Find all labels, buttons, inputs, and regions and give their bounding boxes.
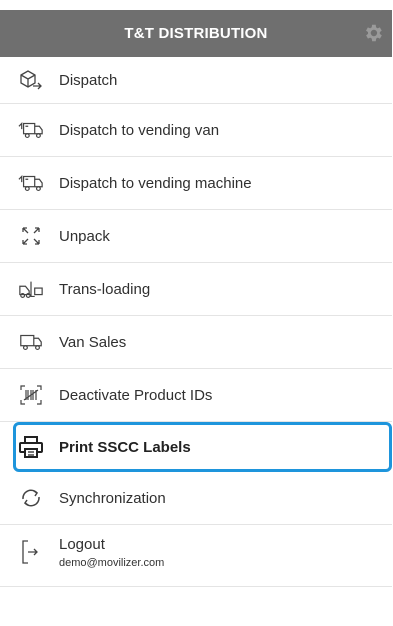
menu-item-label: Print SSCC Labels [59,438,191,456]
menu-item-dispatch[interactable]: Dispatch [0,57,392,104]
menu-item-label: Deactivate Product IDs [59,386,213,404]
expand-arrows-icon [18,225,44,247]
app-header: T&T DISTRIBUTION [0,10,392,57]
truck-icon [18,119,44,141]
page-title: T&T DISTRIBUTION [124,25,268,42]
side-menu: Dispatch Dispatch to vending van Dispatc… [0,57,392,587]
app-frame: T&T DISTRIBUTION Dispatch Dispatch to ve… [0,0,393,626]
van-icon [18,331,44,353]
menu-item-van-sales[interactable]: Van Sales [0,316,392,369]
printer-icon [18,436,44,458]
truck-icon [18,172,44,194]
menu-item-trans-loading[interactable]: Trans-loading [0,263,392,316]
gear-icon[interactable] [362,22,384,44]
menu-item-label: Synchronization [59,489,166,507]
menu-item-label: Unpack [59,227,110,245]
menu-item-deactivate-product-ids[interactable]: Deactivate Product IDs [0,369,392,422]
menu-item-label: Van Sales [59,333,127,351]
menu-item-dispatch-vending-machine[interactable]: Dispatch to vending machine [0,157,392,210]
barcode-scan-icon [18,384,44,406]
forklift-icon [18,278,44,300]
logout-label: Logout [59,536,105,553]
menu-item-logout[interactable]: Logout demo@movilizer.com [0,525,392,587]
user-email: demo@movilizer.com [59,557,165,569]
logout-icon [18,540,44,564]
menu-item-dispatch-vending-van[interactable]: Dispatch to vending van [0,104,392,157]
menu-item-label: Dispatch to vending van [59,121,220,139]
menu-item-label: Dispatch to vending machine [59,174,252,192]
menu-item-print-sscc-labels[interactable]: Print SSCC Labels [13,422,392,472]
menu-item-label: Dispatch [59,71,118,89]
sync-icon [18,487,44,509]
menu-item-label: Trans-loading [59,280,151,298]
menu-item-synchronization[interactable]: Synchronization [0,472,392,525]
box-arrow-icon [18,69,44,91]
menu-item-unpack[interactable]: Unpack [0,210,392,263]
